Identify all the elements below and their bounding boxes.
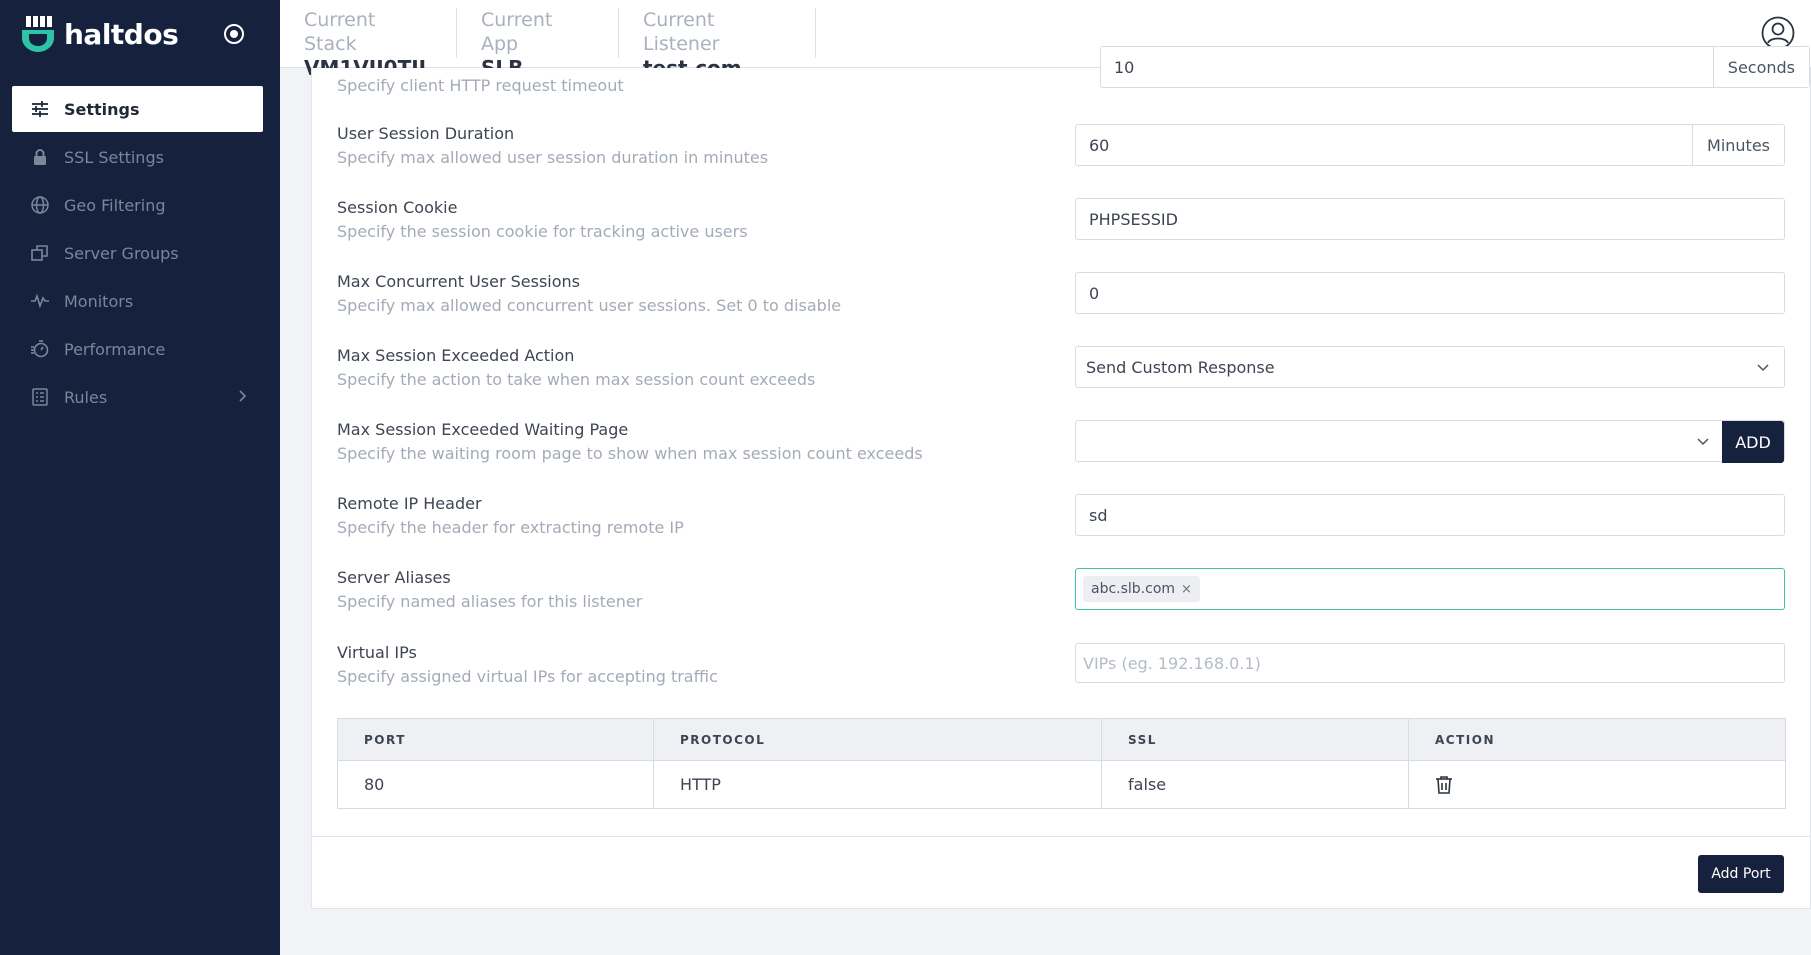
listener-settings-card: Specify client HTTP request timeout 10 S… [311, 46, 1811, 909]
session-cookie-input[interactable]: PHPSESSID [1075, 198, 1785, 240]
column-header-port: PORT [338, 719, 654, 760]
current-stack[interactable]: Current Stack VM1VIJ0TIL [280, 8, 457, 80]
request-timeout-unit: Seconds [1712, 47, 1809, 87]
sidebar-item-geo-filtering[interactable]: Geo Filtering [12, 182, 263, 228]
lock-icon [34, 149, 46, 165]
sidebar-item-ssl-settings[interactable]: SSL Settings [12, 134, 263, 180]
virtual-ips-help: Specify assigned virtual IPs for accepti… [337, 667, 718, 686]
exceeded-action-value: Send Custom Response [1086, 357, 1275, 377]
alias-tag-label: abc.slb.com [1091, 581, 1176, 597]
remote-ip-header-input[interactable]: sd [1075, 494, 1785, 536]
request-timeout-input[interactable]: 10 Seconds [1100, 46, 1810, 88]
request-timeout-help: Specify client HTTP request timeout [337, 76, 624, 95]
cell-port: 80 [338, 761, 654, 808]
sidebar-item-performance[interactable]: Performance [12, 326, 263, 372]
stack-icon [31, 245, 48, 261]
waiting-page-help: Specify the waiting room page to show wh… [337, 444, 923, 463]
cell-ssl: false [1102, 761, 1409, 808]
exceeded-action-label: Max Session Exceeded Action [337, 346, 575, 365]
max-sessions-help: Specify max allowed concurrent user sess… [337, 296, 842, 315]
user-avatar-icon[interactable] [1761, 16, 1795, 50]
haltdos-logo-icon [22, 16, 54, 52]
ports-table: PORT PROTOCOL SSL ACTION 80 HTTP false [337, 718, 1786, 809]
pulse-icon [31, 293, 49, 309]
sidebar: haltdos Settings SSL Settings Geo Filter… [0, 0, 280, 955]
waiting-page-group: ADD [1075, 420, 1785, 463]
virtual-ips-placeholder: VIPs (eg. 192.168.0.1) [1083, 653, 1261, 673]
sidebar-item-monitors[interactable]: Monitors [12, 278, 263, 324]
max-sessions-label: Max Concurrent User Sessions [337, 272, 581, 291]
brand[interactable]: haltdos [22, 14, 179, 54]
virtual-ips-label: Virtual IPs [337, 643, 417, 662]
waiting-page-select[interactable] [1076, 421, 1724, 461]
globe-icon [31, 196, 49, 214]
virtual-ips-input[interactable]: VIPs (eg. 192.168.0.1) [1075, 643, 1785, 683]
chevron-right-icon [239, 390, 247, 402]
current-app[interactable]: Current App SLB [457, 8, 619, 80]
remote-ip-header-help: Specify the header for extracting remote… [337, 518, 684, 537]
waiting-page-label: Max Session Exceeded Waiting Page [337, 420, 629, 439]
session-duration-label: User Session Duration [337, 124, 515, 143]
sliders-icon [32, 101, 48, 117]
server-aliases-input[interactable]: abc.slb.com × [1075, 568, 1785, 610]
request-timeout-value: 10 [1114, 57, 1135, 77]
brand-name: haltdos [64, 17, 179, 51]
sidebar-item-label: Rules [64, 387, 108, 407]
chevron-down-icon [1757, 364, 1769, 372]
chevron-down-icon [1697, 438, 1709, 446]
stopwatch-icon [31, 340, 49, 358]
list-icon [32, 388, 48, 406]
column-header-ssl: SSL [1102, 719, 1409, 760]
session-duration-unit: Minutes [1692, 125, 1784, 165]
add-port-button[interactable]: Add Port [1698, 855, 1784, 893]
server-aliases-help: Specify named aliases for this listener [337, 592, 643, 611]
sidebar-item-label: Settings [64, 99, 140, 119]
sidebar-item-settings[interactable]: Settings [12, 86, 263, 132]
current-listener-label: Current Listener [643, 9, 720, 55]
sidebar-item-label: Geo Filtering [64, 195, 166, 215]
table-header: PORT PROTOCOL SSL ACTION [338, 719, 1785, 761]
card-footer-divider [312, 836, 1811, 837]
session-duration-input[interactable]: 60 Minutes [1075, 124, 1785, 166]
cell-action [1409, 761, 1785, 808]
column-header-action: ACTION [1435, 732, 1495, 747]
remove-tag-icon[interactable]: × [1181, 582, 1192, 597]
session-cookie-label: Session Cookie [337, 198, 458, 217]
sidebar-item-label: Server Groups [64, 243, 179, 263]
session-duration-value: 60 [1089, 135, 1110, 155]
sidebar-toggle-icon[interactable] [222, 22, 246, 46]
table-row: 80 HTTP false [338, 761, 1785, 808]
sidebar-item-server-groups[interactable]: Server Groups [12, 230, 263, 276]
session-cookie-value: PHPSESSID [1089, 209, 1178, 229]
sidebar-item-label: Performance [64, 339, 166, 359]
sidebar-item-label: Monitors [64, 291, 134, 311]
exceeded-action-select[interactable]: Send Custom Response [1075, 346, 1785, 388]
current-stack-label: Current Stack [304, 9, 376, 55]
current-listener[interactable]: Current Listener test.com [619, 8, 816, 80]
cell-protocol: HTTP [654, 761, 1102, 808]
remote-ip-header-label: Remote IP Header [337, 494, 482, 513]
add-waiting-page-button[interactable]: ADD [1722, 421, 1784, 463]
server-aliases-label: Server Aliases [337, 568, 451, 587]
sidebar-item-label: SSL Settings [64, 147, 164, 167]
exceeded-action-help: Specify the action to take when max sess… [337, 370, 816, 389]
column-header-protocol: PROTOCOL [654, 719, 1102, 760]
alias-tag: abc.slb.com × [1083, 576, 1200, 602]
sidebar-item-rules[interactable]: Rules [12, 374, 263, 420]
max-sessions-value: 0 [1089, 283, 1100, 303]
session-cookie-help: Specify the session cookie for tracking … [337, 222, 748, 241]
remote-ip-header-value: sd [1089, 505, 1108, 525]
max-sessions-input[interactable]: 0 [1075, 272, 1785, 314]
current-app-label: Current App [481, 9, 553, 55]
session-duration-help: Specify max allowed user session duratio… [337, 148, 769, 167]
sidebar-nav: Settings SSL Settings Geo Filtering Serv… [12, 86, 263, 422]
trash-icon[interactable] [1435, 775, 1453, 795]
